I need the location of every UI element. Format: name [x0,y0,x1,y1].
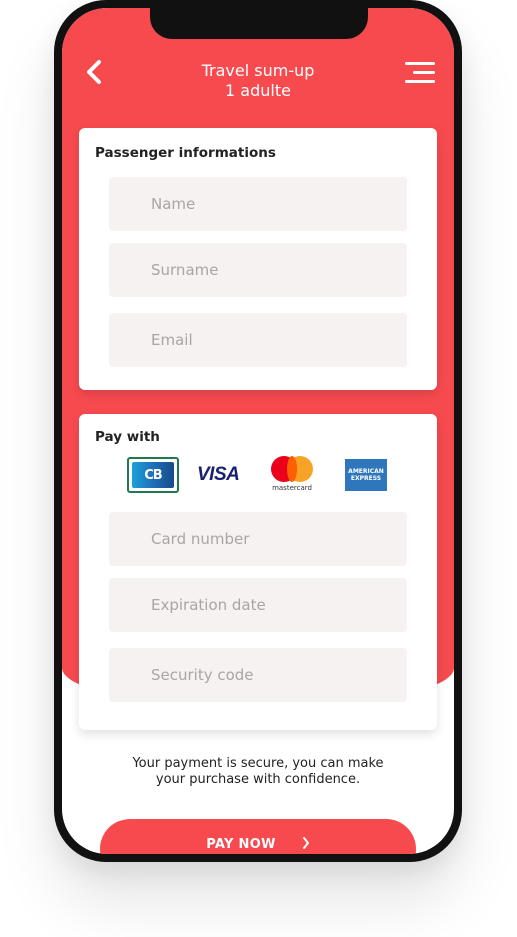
amex-label-line2: EXPRESS [350,475,382,482]
surname-placeholder: Surname [151,261,219,279]
card-number-field[interactable]: Card number [109,512,407,566]
passenger-card: Passenger informations Name Surname Emai… [79,128,437,390]
card-number-placeholder: Card number [151,530,250,548]
amex-card-option[interactable]: AMERICAN EXPRESS [345,459,387,491]
cb-card-option[interactable]: CB [127,457,179,493]
menu-button[interactable] [405,62,435,86]
page-title: Travel sum-up 1 adulte [142,61,374,101]
expiration-date-field[interactable]: Expiration date [109,578,407,632]
mastercard-label: mastercard [272,484,312,492]
security-code-placeholder: Security code [151,666,254,684]
back-button[interactable] [80,58,108,86]
app-screen: Travel sum-up 1 adulte Passenger informa… [62,8,454,854]
secure-message-line1: Your payment is secure, you can make [132,756,384,771]
chevron-left-icon [87,60,101,84]
email-field[interactable]: Email [109,313,407,367]
cb-logo: CB [132,462,174,488]
pay-now-button[interactable]: PAY NOW [100,819,416,854]
expiration-date-placeholder: Expiration date [151,596,266,614]
name-placeholder: Name [151,195,196,213]
mastercard-option[interactable]: mastercard [269,456,315,494]
visa-card-option[interactable]: VISA [197,464,247,488]
surname-field[interactable]: Surname [109,243,407,297]
email-placeholder: Email [151,331,193,349]
passenger-card-title: Passenger informations [95,145,276,161]
title-passengers: 1 adulte [225,81,291,100]
visa-logo: VISA [197,464,240,485]
security-code-field[interactable]: Security code [109,648,407,702]
name-field[interactable]: Name [109,177,407,231]
chevron-right-icon [302,837,310,853]
secure-message-line2: your purchase with confidence. [155,772,361,787]
payment-card-title: Pay with [95,429,160,445]
payment-card: Pay with CB VISA mastercard AMERICAN EXP… [79,414,437,730]
phone-frame: Travel sum-up 1 adulte Passenger informa… [54,0,462,862]
title-trip: Travel sum-up [201,61,315,80]
phone-notch [150,8,368,39]
pay-now-label: PAY NOW [206,837,276,852]
amex-label-line1: AMERICAN [348,468,384,475]
secure-payment-message: Your payment is secure, you can make you… [102,756,414,788]
